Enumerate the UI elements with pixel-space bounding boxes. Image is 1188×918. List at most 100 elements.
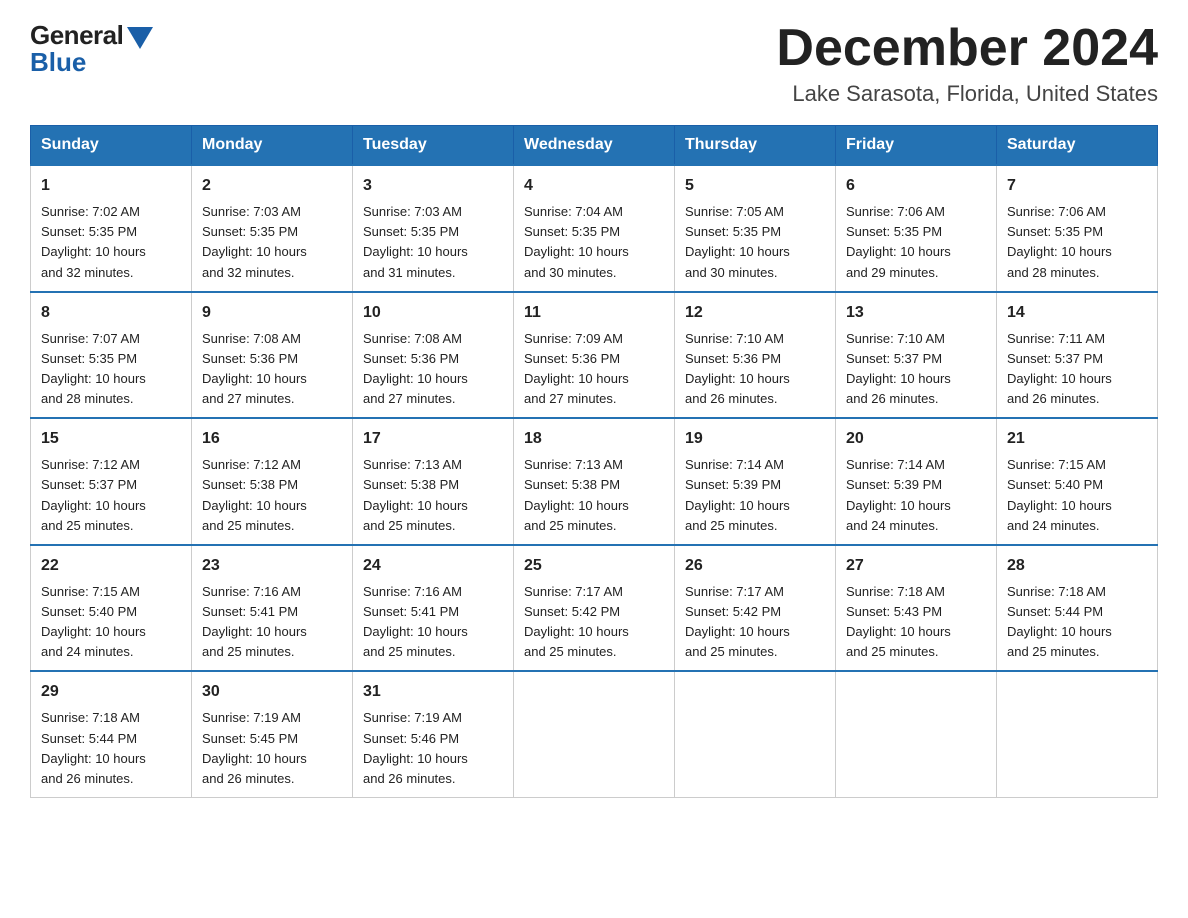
calendar-cell (514, 671, 675, 797)
day-info: Sunrise: 7:18 AMSunset: 5:43 PMDaylight:… (846, 582, 986, 663)
calendar-cell: 24 Sunrise: 7:16 AMSunset: 5:41 PMDayligh… (353, 545, 514, 672)
day-number: 16 (202, 427, 342, 451)
day-number: 8 (41, 301, 181, 325)
day-number: 17 (363, 427, 503, 451)
calendar-cell: 23 Sunrise: 7:16 AMSunset: 5:41 PMDayligh… (192, 545, 353, 672)
calendar-cell: 15 Sunrise: 7:12 AMSunset: 5:37 PMDayligh… (31, 418, 192, 545)
location-title: Lake Sarasota, Florida, United States (776, 81, 1158, 107)
calendar-cell: 8 Sunrise: 7:07 AMSunset: 5:35 PMDaylight… (31, 292, 192, 419)
logo-triangle-icon (127, 27, 153, 49)
day-info: Sunrise: 7:03 AMSunset: 5:35 PMDaylight:… (202, 202, 342, 283)
day-number: 20 (846, 427, 986, 451)
day-info: Sunrise: 7:06 AMSunset: 5:35 PMDaylight:… (846, 202, 986, 283)
calendar-cell: 22 Sunrise: 7:15 AMSunset: 5:40 PMDayligh… (31, 545, 192, 672)
header-wednesday: Wednesday (514, 126, 675, 166)
day-number: 24 (363, 554, 503, 578)
day-info: Sunrise: 7:16 AMSunset: 5:41 PMDaylight:… (363, 582, 503, 663)
calendar-cell: 13Sunrise: 7:10 AMSunset: 5:37 PMDayligh… (836, 292, 997, 419)
calendar-cell: 18Sunrise: 7:13 AMSunset: 5:38 PMDayligh… (514, 418, 675, 545)
day-info: Sunrise: 7:06 AMSunset: 5:35 PMDaylight:… (1007, 202, 1147, 283)
calendar-table: SundayMondayTuesdayWednesdayThursdayFrid… (30, 125, 1158, 798)
day-number: 25 (524, 554, 664, 578)
calendar-cell: 12 Sunrise: 7:10 AMSunset: 5:36 PMDayligh… (675, 292, 836, 419)
calendar-cell: 28Sunrise: 7:18 AMSunset: 5:44 PMDayligh… (997, 545, 1158, 672)
day-number: 31 (363, 680, 503, 704)
calendar-cell (675, 671, 836, 797)
calendar-cell: 31 Sunrise: 7:19 AMSunset: 5:46 PMDayligh… (353, 671, 514, 797)
day-number: 2 (202, 174, 342, 198)
day-info: Sunrise: 7:18 AMSunset: 5:44 PMDaylight:… (41, 708, 181, 789)
day-number: 11 (524, 301, 664, 325)
calendar-cell: 17 Sunrise: 7:13 AMSunset: 5:38 PMDayligh… (353, 418, 514, 545)
day-info: Sunrise: 7:05 AMSunset: 5:35 PMDaylight:… (685, 202, 825, 283)
header-tuesday: Tuesday (353, 126, 514, 166)
calendar-cell: 16Sunrise: 7:12 AMSunset: 5:38 PMDayligh… (192, 418, 353, 545)
day-number: 19 (685, 427, 825, 451)
calendar-cell: 14 Sunrise: 7:11 AMSunset: 5:37 PMDayligh… (997, 292, 1158, 419)
page-header: General Blue December 2024 Lake Sarasota… (30, 20, 1158, 107)
header-monday: Monday (192, 126, 353, 166)
day-info: Sunrise: 7:14 AMSunset: 5:39 PMDaylight:… (846, 455, 986, 536)
day-info: Sunrise: 7:17 AMSunset: 5:42 PMDaylight:… (685, 582, 825, 663)
day-number: 1 (41, 174, 181, 198)
day-info: Sunrise: 7:14 AMSunset: 5:39 PMDaylight:… (685, 455, 825, 536)
day-number: 3 (363, 174, 503, 198)
calendar-cell: 27 Sunrise: 7:18 AMSunset: 5:43 PMDayligh… (836, 545, 997, 672)
day-number: 22 (41, 554, 181, 578)
day-info: Sunrise: 7:10 AMSunset: 5:36 PMDaylight:… (685, 329, 825, 410)
calendar-cell: 21 Sunrise: 7:15 AMSunset: 5:40 PMDayligh… (997, 418, 1158, 545)
calendar-cell: 30Sunrise: 7:19 AMSunset: 5:45 PMDayligh… (192, 671, 353, 797)
day-info: Sunrise: 7:03 AMSunset: 5:35 PMDaylight:… (363, 202, 503, 283)
day-number: 4 (524, 174, 664, 198)
calendar-cell: 10Sunrise: 7:08 AMSunset: 5:36 PMDayligh… (353, 292, 514, 419)
header-friday: Friday (836, 126, 997, 166)
day-number: 29 (41, 680, 181, 704)
calendar-cell: 5 Sunrise: 7:05 AMSunset: 5:35 PMDaylight… (675, 165, 836, 292)
calendar-week-4: 22 Sunrise: 7:15 AMSunset: 5:40 PMDayligh… (31, 545, 1158, 672)
day-info: Sunrise: 7:13 AMSunset: 5:38 PMDaylight:… (363, 455, 503, 536)
day-number: 27 (846, 554, 986, 578)
day-info: Sunrise: 7:16 AMSunset: 5:41 PMDaylight:… (202, 582, 342, 663)
calendar-header-row: SundayMondayTuesdayWednesdayThursdayFrid… (31, 126, 1158, 166)
day-info: Sunrise: 7:10 AMSunset: 5:37 PMDaylight:… (846, 329, 986, 410)
day-number: 9 (202, 301, 342, 325)
header-thursday: Thursday (675, 126, 836, 166)
calendar-cell: 3 Sunrise: 7:03 AMSunset: 5:35 PMDaylight… (353, 165, 514, 292)
calendar-week-3: 15 Sunrise: 7:12 AMSunset: 5:37 PMDayligh… (31, 418, 1158, 545)
calendar-week-5: 29 Sunrise: 7:18 AMSunset: 5:44 PMDayligh… (31, 671, 1158, 797)
calendar-week-2: 8 Sunrise: 7:07 AMSunset: 5:35 PMDaylight… (31, 292, 1158, 419)
day-number: 5 (685, 174, 825, 198)
day-number: 26 (685, 554, 825, 578)
day-number: 12 (685, 301, 825, 325)
calendar-cell: 20 Sunrise: 7:14 AMSunset: 5:39 PMDayligh… (836, 418, 997, 545)
day-number: 21 (1007, 427, 1147, 451)
month-title: December 2024 (776, 20, 1158, 77)
calendar-cell: 29 Sunrise: 7:18 AMSunset: 5:44 PMDayligh… (31, 671, 192, 797)
day-info: Sunrise: 7:15 AMSunset: 5:40 PMDaylight:… (41, 582, 181, 663)
day-info: Sunrise: 7:18 AMSunset: 5:44 PMDaylight:… (1007, 582, 1147, 663)
day-info: Sunrise: 7:15 AMSunset: 5:40 PMDaylight:… (1007, 455, 1147, 536)
day-info: Sunrise: 7:09 AMSunset: 5:36 PMDaylight:… (524, 329, 664, 410)
day-number: 14 (1007, 301, 1147, 325)
day-number: 10 (363, 301, 503, 325)
day-info: Sunrise: 7:07 AMSunset: 5:35 PMDaylight:… (41, 329, 181, 410)
calendar-cell: 9Sunrise: 7:08 AMSunset: 5:36 PMDaylight… (192, 292, 353, 419)
day-number: 18 (524, 427, 664, 451)
calendar-cell (997, 671, 1158, 797)
logo: General Blue (30, 20, 153, 78)
calendar-cell: 11 Sunrise: 7:09 AMSunset: 5:36 PMDayligh… (514, 292, 675, 419)
day-info: Sunrise: 7:19 AMSunset: 5:46 PMDaylight:… (363, 708, 503, 789)
day-info: Sunrise: 7:12 AMSunset: 5:37 PMDaylight:… (41, 455, 181, 536)
day-number: 15 (41, 427, 181, 451)
day-number: 23 (202, 554, 342, 578)
header-sunday: Sunday (31, 126, 192, 166)
calendar-week-1: 1 Sunrise: 7:02 AMSunset: 5:35 PMDaylight… (31, 165, 1158, 292)
title-block: December 2024 Lake Sarasota, Florida, Un… (776, 20, 1158, 107)
calendar-cell: 4 Sunrise: 7:04 AMSunset: 5:35 PMDaylight… (514, 165, 675, 292)
calendar-cell: 7 Sunrise: 7:06 AMSunset: 5:35 PMDaylight… (997, 165, 1158, 292)
day-number: 7 (1007, 174, 1147, 198)
day-info: Sunrise: 7:02 AMSunset: 5:35 PMDaylight:… (41, 202, 181, 283)
header-saturday: Saturday (997, 126, 1158, 166)
day-info: Sunrise: 7:11 AMSunset: 5:37 PMDaylight:… (1007, 329, 1147, 410)
day-info: Sunrise: 7:04 AMSunset: 5:35 PMDaylight:… (524, 202, 664, 283)
